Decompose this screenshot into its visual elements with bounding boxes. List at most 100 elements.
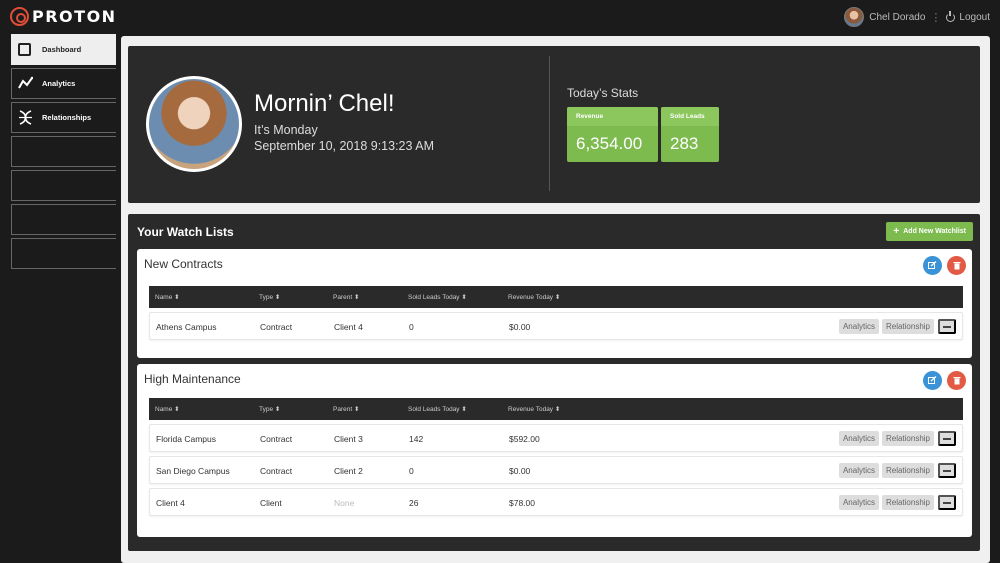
cell-sold-leads: 0	[409, 466, 414, 476]
top-bar: PROTON Chel Dorado ⋮ Logout	[0, 0, 1000, 34]
column-header-type[interactable]: Type ⬍	[259, 405, 280, 413]
sidebar-item-label: Analytics	[42, 79, 76, 88]
sidebar-item-empty[interactable]	[11, 204, 116, 235]
welcome-panel: Mornin’ Chel! It’s Monday September 10, …	[128, 46, 980, 203]
cell-type: Contract	[260, 322, 293, 332]
remove-row-button[interactable]	[938, 463, 956, 478]
edit-icon	[928, 376, 937, 384]
watch-lists-panel: Your Watch Lists + Add New Watchlist New…	[128, 214, 980, 551]
section-title: Your Watch Lists	[137, 225, 234, 239]
trash-icon	[953, 262, 960, 270]
watchlist-title: New Contracts	[144, 257, 223, 271]
column-header-type[interactable]: Type ⬍	[259, 293, 280, 301]
watchlist-card: High Maintenance Name ⬍ Type ⬍ Parent ⬍ …	[137, 364, 972, 537]
greeting: Mornin’ Chel!	[254, 90, 395, 117]
sidebar-item-label: Dashboard	[42, 45, 82, 54]
sidebar-item-relationships[interactable]: Relationships	[11, 102, 116, 133]
cell-revenue: $0.00	[509, 322, 531, 332]
delete-button[interactable]	[947, 371, 966, 390]
cell-sold-leads: 0	[409, 322, 414, 332]
table-header: Name ⬍ Type ⬍ Parent ⬍ Sold Leads Today …	[149, 398, 963, 420]
relationship-button[interactable]: Relationship	[881, 495, 934, 510]
add-watchlist-button[interactable]: + Add New Watchlist	[886, 222, 973, 241]
cell-name: Florida Campus	[156, 434, 216, 444]
sold-leads-stat: Sold Leads 283	[661, 107, 719, 162]
column-header-parent[interactable]: Parent ⬍	[333, 293, 359, 301]
relationship-button[interactable]: Relationship	[881, 431, 934, 446]
column-header-parent[interactable]: Parent ⬍	[333, 405, 359, 413]
profile-photo	[146, 76, 242, 172]
analytics-button[interactable]: Analytics	[838, 495, 879, 510]
sidebar-item-analytics[interactable]: Analytics	[11, 68, 116, 99]
trash-icon	[953, 377, 960, 385]
row-actions: Analytics Relationship	[836, 431, 956, 446]
plus-icon: +	[893, 226, 900, 237]
line-chart-icon	[18, 76, 33, 91]
sidebar-item-empty[interactable]	[11, 170, 116, 201]
analytics-button[interactable]: Analytics	[838, 463, 879, 478]
cell-revenue: $592.00	[509, 434, 540, 444]
avatar[interactable]	[844, 7, 865, 27]
stat-label: Revenue	[576, 113, 604, 120]
remove-row-button[interactable]	[938, 495, 956, 510]
stat-label: Sold Leads	[670, 113, 705, 120]
stat-value: 6,354.00	[576, 134, 643, 153]
dna-icon	[18, 110, 33, 125]
square-icon	[18, 43, 31, 56]
sidebar: Dashboard Analytics Relationships	[11, 34, 116, 272]
logo[interactable]: PROTON	[10, 7, 117, 26]
relationship-button[interactable]: Relationship	[881, 463, 934, 478]
cell-parent: Client 2	[334, 466, 363, 476]
cell-type: Contract	[260, 466, 293, 476]
edit-button[interactable]	[923, 371, 942, 390]
row-actions: Analytics Relationship	[836, 319, 956, 334]
cell-type: Client	[260, 498, 282, 508]
table-row[interactable]: Client 4 Client None 26 $78.00 Analytics…	[149, 488, 963, 516]
revenue-stat: Revenue 6,354.00	[567, 107, 658, 162]
stats-title: Today’s Stats	[567, 86, 639, 100]
user-name[interactable]: Chel Dorado	[869, 12, 925, 23]
cell-name: Athens Campus	[156, 322, 217, 332]
table-row[interactable]: San Diego Campus Contract Client 2 0 $0.…	[149, 456, 963, 484]
delete-button[interactable]	[947, 256, 966, 275]
sidebar-item-label: Relationships	[42, 113, 92, 122]
column-header-revenue[interactable]: Revenue Today ⬍	[508, 293, 560, 301]
remove-row-button[interactable]	[938, 431, 956, 446]
analytics-button[interactable]: Analytics	[838, 431, 879, 446]
table-header: Name ⬍ Type ⬍ Parent ⬍ Sold Leads Today …	[149, 286, 963, 308]
cell-sold-leads: 26	[409, 498, 419, 508]
relationship-button[interactable]: Relationship	[881, 319, 934, 334]
column-header-name[interactable]: Name ⬍	[155, 293, 180, 301]
column-header-sold-leads[interactable]: Sold Leads Today ⬍	[408, 293, 467, 301]
kebab-icon[interactable]: ⋮	[930, 11, 941, 24]
stat-value: 283	[670, 134, 699, 153]
sidebar-item-dashboard[interactable]: Dashboard	[11, 34, 116, 65]
column-header-name[interactable]: Name ⬍	[155, 405, 180, 413]
cell-revenue: $78.00	[509, 498, 535, 508]
remove-row-button[interactable]	[938, 319, 956, 334]
datetime-label: September 10, 2018 9:13:23 AM	[254, 139, 434, 153]
proton-logo-icon	[10, 7, 29, 26]
edit-button[interactable]	[923, 256, 942, 275]
cell-type: Contract	[260, 434, 293, 444]
analytics-button[interactable]: Analytics	[838, 319, 879, 334]
logout-link[interactable]: Logout	[959, 12, 990, 23]
column-header-sold-leads[interactable]: Sold Leads Today ⬍	[408, 405, 467, 413]
row-actions: Analytics Relationship	[836, 495, 956, 510]
column-header-revenue[interactable]: Revenue Today ⬍	[508, 405, 560, 413]
watchlist-card: New Contracts Name ⬍ Type ⬍ Parent ⬍ Sol…	[137, 249, 972, 358]
cell-name: San Diego Campus	[156, 466, 230, 476]
table-row[interactable]: Athens Campus Contract Client 4 0 $0.00 …	[149, 312, 963, 340]
day-label: It’s Monday	[254, 123, 318, 137]
cell-name: Client 4	[156, 498, 185, 508]
table-row[interactable]: Florida Campus Contract Client 3 142 $59…	[149, 424, 963, 452]
cell-parent: Client 4	[334, 322, 363, 332]
divider	[549, 56, 550, 191]
watchlist-title: High Maintenance	[144, 372, 241, 386]
brand-name: PROTON	[32, 7, 117, 26]
cell-sold-leads: 142	[409, 434, 424, 444]
cell-parent: Client 3	[334, 434, 363, 444]
sidebar-item-empty[interactable]	[11, 238, 116, 269]
sidebar-item-empty[interactable]	[11, 136, 116, 167]
power-icon	[946, 10, 956, 22]
